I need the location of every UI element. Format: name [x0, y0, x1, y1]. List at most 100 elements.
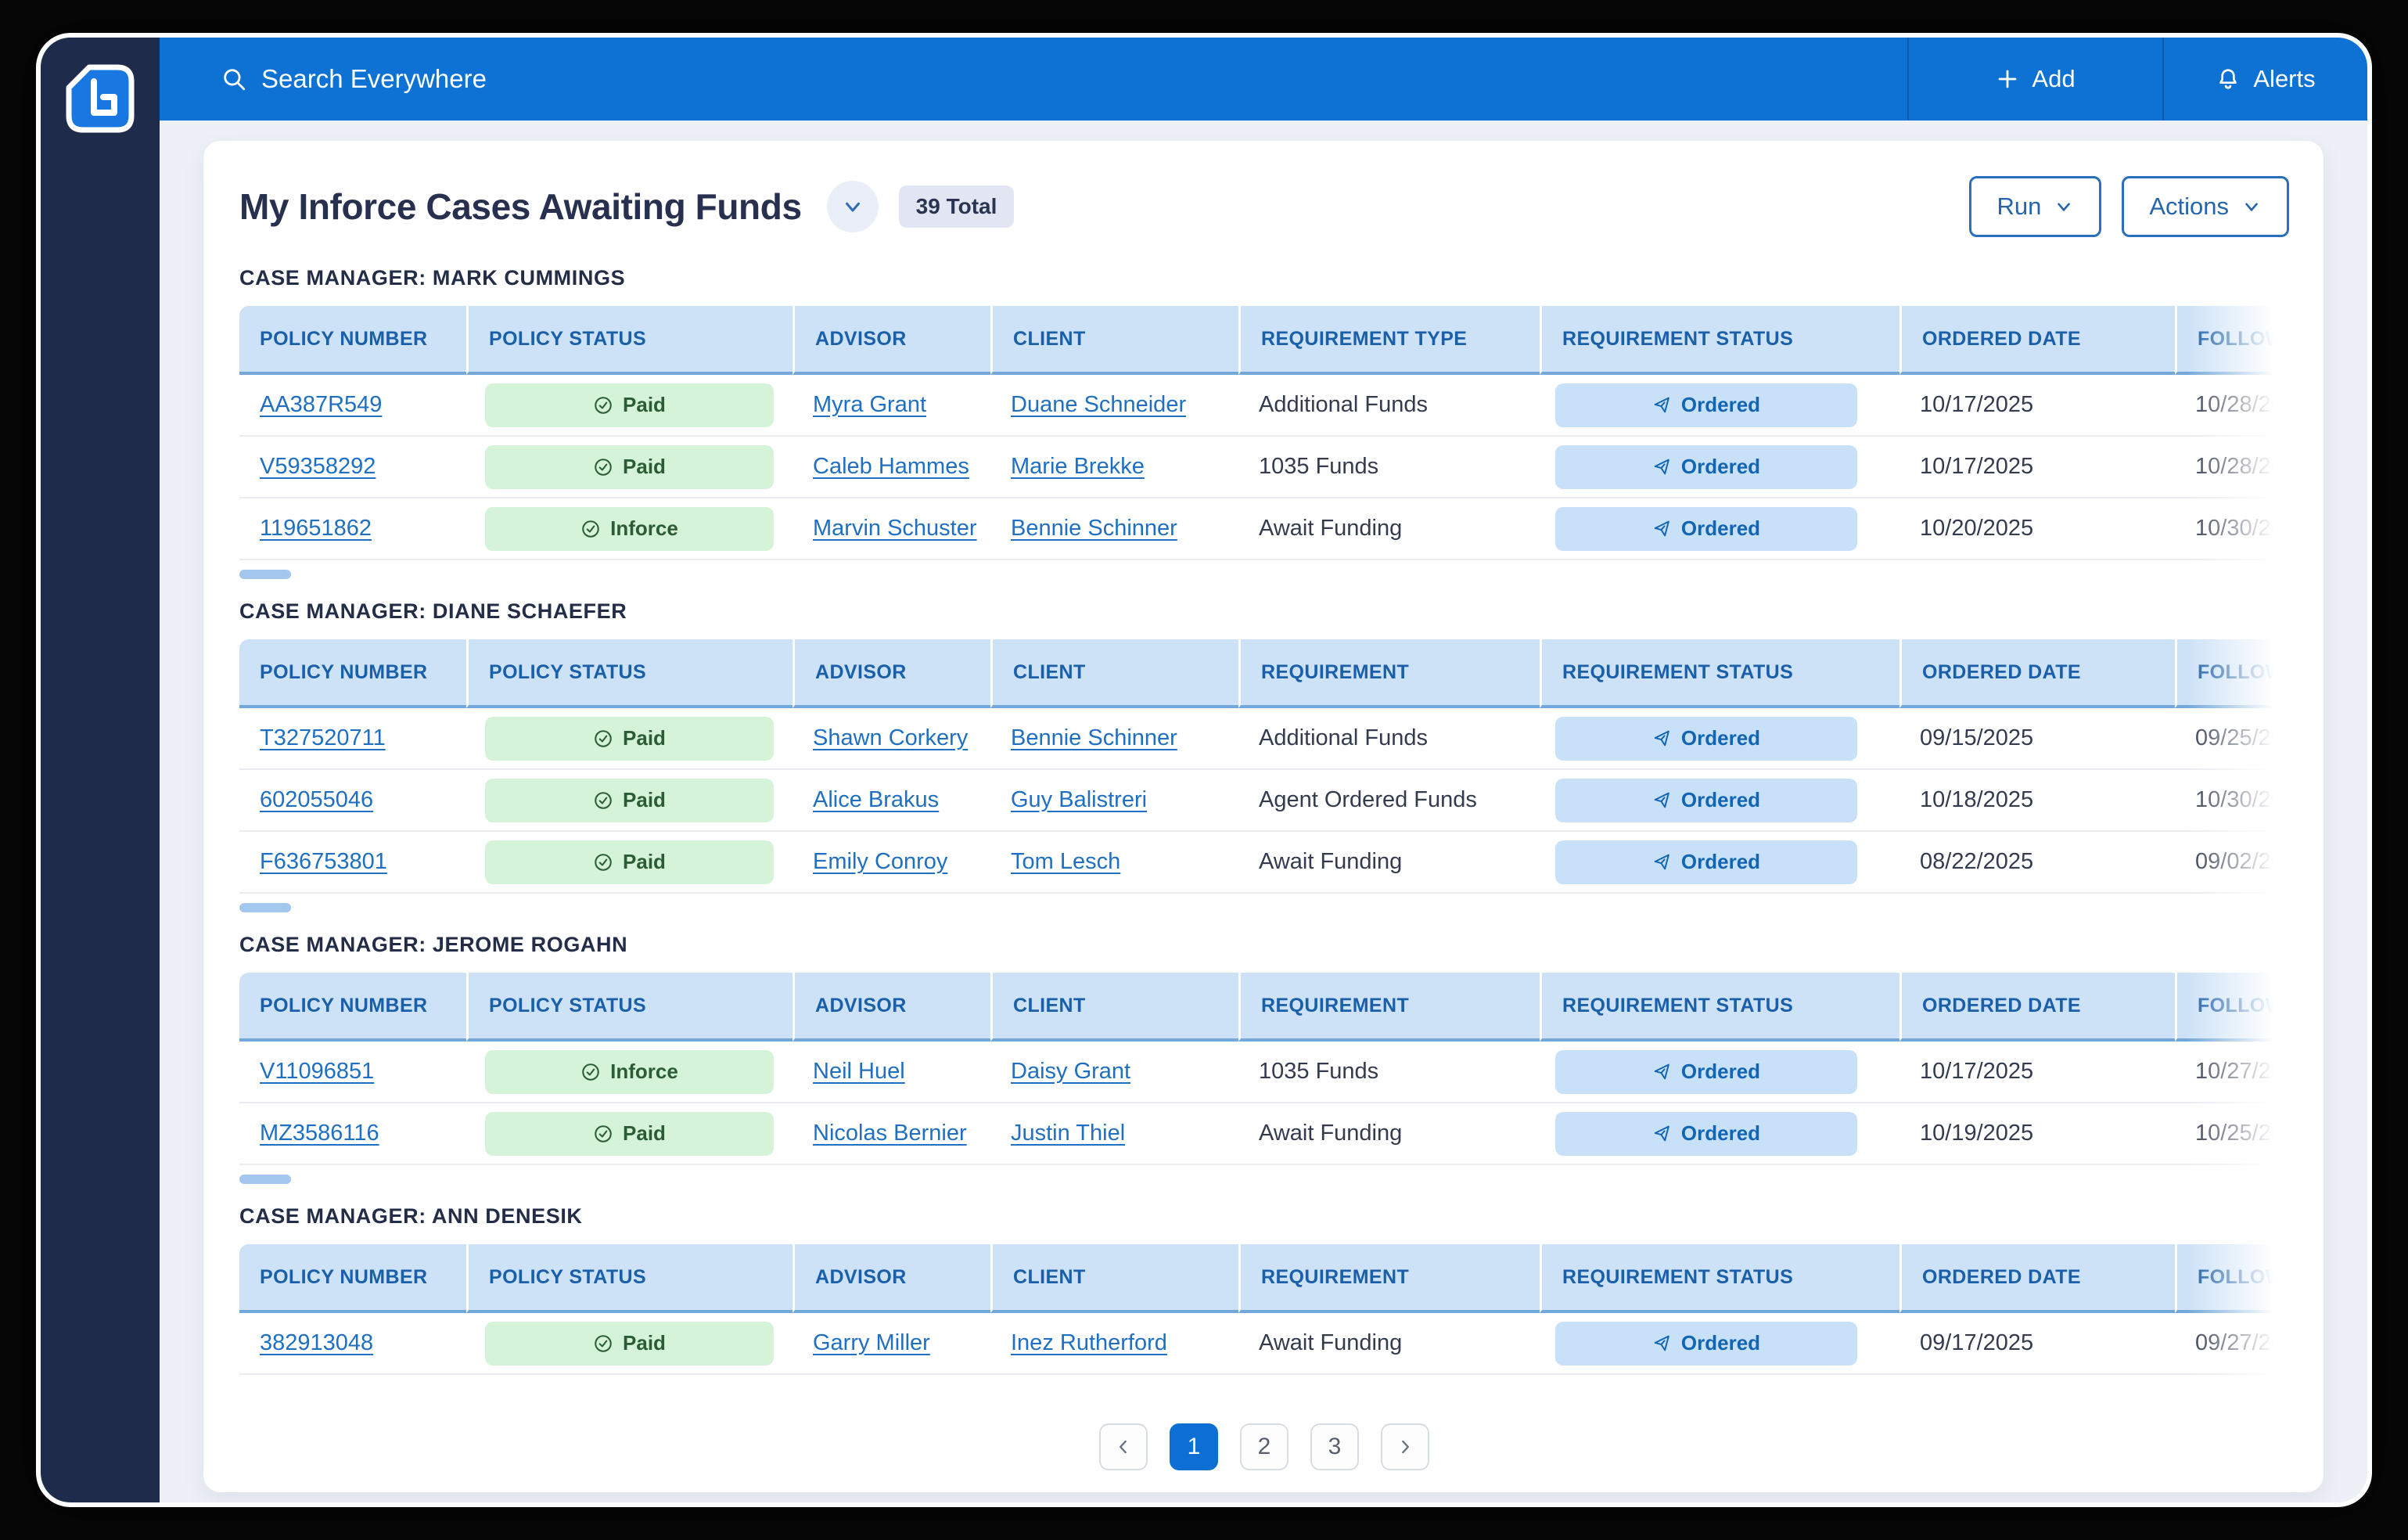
requirement-status-cell: Ordered — [1540, 437, 1899, 498]
policy-number-link[interactable]: F636753801 — [260, 849, 387, 874]
requirement-cell: Additional Funds — [1238, 708, 1540, 770]
policy-status-cell: Inforce — [466, 498, 792, 560]
advisor-link[interactable]: Emily Conroy — [813, 849, 947, 874]
requirement-status-badge: Ordered — [1555, 840, 1857, 884]
policy-number-link[interactable]: 382913048 — [260, 1330, 373, 1355]
policy-number-link[interactable]: T327520711 — [260, 725, 386, 750]
advisor-cell: Caleb Hammes — [792, 437, 990, 498]
requirement-status-cell: Ordered — [1540, 1313, 1899, 1375]
advisor-link[interactable]: Nicolas Bernier — [813, 1121, 967, 1146]
title-dropdown-button[interactable] — [827, 181, 879, 232]
column-header: REQUIREMENT — [1238, 639, 1540, 708]
requirement-status-cell: Ordered — [1540, 1042, 1899, 1103]
alerts-button[interactable]: Alerts — [2162, 38, 2367, 121]
section-label: CASE MANAGER: DIANE SCHAEFER — [239, 599, 2289, 624]
policy-number-link[interactable]: AA387R549 — [260, 392, 382, 417]
case-manager-section: CASE MANAGER: JEROME ROGAHNPOLICY NUMBER… — [239, 933, 2289, 1184]
pagination-page-button[interactable]: 3 — [1310, 1423, 1359, 1470]
client-cell: Bennie Schinner — [990, 498, 1238, 560]
horizontal-scrollbar-thumb[interactable] — [239, 903, 291, 912]
advisor-link[interactable]: Garry Miller — [813, 1330, 930, 1355]
client-link[interactable]: Daisy Grant — [1011, 1059, 1130, 1084]
requirement-status-badge: Ordered — [1555, 1050, 1857, 1094]
client-link[interactable]: Bennie Schinner — [1011, 725, 1177, 750]
page-title: My Inforce Cases Awaiting Funds — [239, 185, 802, 228]
ordered-date-cell: 09/17/2025 — [1899, 1313, 2175, 1375]
cases-table: POLICY NUMBERPOLICY STATUSADVISORCLIENTR… — [239, 639, 2289, 894]
pagination-page-button[interactable]: 1 — [1170, 1423, 1218, 1470]
column-header: ADVISOR — [792, 1244, 990, 1313]
policy-number-link[interactable]: 119651862 — [260, 516, 372, 541]
policy-status-cell: Paid — [466, 708, 792, 770]
requirement-status-label: Ordered — [1681, 1060, 1760, 1084]
brand-logo-icon — [63, 61, 138, 136]
client-link[interactable]: Justin Thiel — [1011, 1121, 1125, 1146]
table-row: 382913048 Paid Garry Miller Inez Rutherford… — [239, 1313, 2289, 1375]
client-cell: Tom Lesch — [990, 832, 1238, 894]
pagination-page-button[interactable]: 2 — [1240, 1423, 1288, 1470]
check-circle-icon — [593, 395, 613, 416]
actions-label: Actions — [2149, 192, 2229, 221]
policy-status-badge: Paid — [485, 1322, 774, 1365]
advisor-link[interactable]: Shawn Corkery — [813, 725, 968, 750]
app-logo[interactable] — [63, 61, 138, 136]
run-button[interactable]: Run — [1969, 176, 2101, 237]
column-header: ORDERED DATE — [1899, 1244, 2175, 1313]
policy-number-cell: T327520711 — [239, 708, 466, 770]
cases-table: POLICY NUMBERPOLICY STATUSADVISORCLIENTR… — [239, 973, 2289, 1165]
advisor-link[interactable]: Alice Brakus — [813, 787, 939, 812]
chevron-left-icon — [1113, 1437, 1134, 1457]
client-link[interactable]: Bennie Schinner — [1011, 516, 1177, 541]
policy-status-cell: Paid — [466, 1313, 792, 1375]
policy-status-label: Paid — [623, 726, 666, 750]
policy-number-link[interactable]: 602055046 — [260, 787, 373, 812]
topbar-actions: Add Alerts — [1907, 38, 2367, 121]
chevron-down-icon — [2241, 196, 2262, 217]
check-circle-icon — [593, 729, 613, 749]
cases-table: POLICY NUMBERPOLICY STATUSADVISORCLIENTR… — [239, 1244, 2289, 1375]
add-button[interactable]: Add — [1907, 38, 2162, 121]
send-icon — [1652, 457, 1672, 477]
column-header: REQUIREMENT STATUS — [1540, 306, 1899, 375]
policy-number-link[interactable]: V11096851 — [260, 1059, 374, 1084]
app-window: Search Everywhere Add Alerts — [36, 33, 2372, 1507]
requirement-status-cell: Ordered — [1540, 708, 1899, 770]
client-link[interactable]: Tom Lesch — [1011, 849, 1120, 874]
requirement-cell: Await Funding — [1238, 1313, 1540, 1375]
advisor-link[interactable]: Myra Grant — [813, 392, 926, 417]
policy-number-cell: 119651862 — [239, 498, 466, 560]
table-row: 119651862 Inforce Marvin Schuster Bennie Sc… — [239, 498, 2289, 560]
column-header: POLICY NUMBER — [239, 973, 466, 1042]
client-link[interactable]: Guy Balistreri — [1011, 787, 1147, 812]
horizontal-scrollbar-thumb[interactable] — [239, 570, 291, 579]
client-link[interactable]: Inez Rutherford — [1011, 1330, 1167, 1355]
horizontal-scrollbar-track — [239, 1384, 2289, 1394]
pagination-next-button[interactable] — [1381, 1423, 1429, 1470]
policy-status-cell: Inforce — [466, 1042, 792, 1103]
client-link[interactable]: Duane Schneider — [1011, 392, 1186, 417]
global-search[interactable]: Search Everywhere — [160, 64, 1907, 94]
case-manager-sections: CASE MANAGER: MARK CUMMINGSPOLICY NUMBER… — [239, 266, 2289, 1394]
send-icon — [1652, 1062, 1672, 1081]
advisor-cell: Nicolas Bernier — [792, 1103, 990, 1165]
table-row: AA387R549PaidMyra GrantDuane SchneiderAd… — [239, 375, 2289, 437]
policy-number-link[interactable]: V59358292 — [260, 454, 376, 479]
pagination-prev-button[interactable] — [1099, 1423, 1148, 1470]
report-card: My Inforce Cases Awaiting Funds 39 Total… — [203, 141, 2324, 1492]
advisor-link[interactable]: Marvin Schuster — [813, 516, 977, 541]
policy-number-link[interactable]: MZ3586116 — [260, 1121, 379, 1146]
table-row: F636753801PaidEmily ConroyTom LeschAwait… — [239, 832, 2289, 894]
requirement-cell: Additional Funds — [1238, 375, 1540, 437]
search-icon — [221, 66, 247, 92]
policy-number-cell: 602055046 — [239, 770, 466, 832]
horizontal-scrollbar-thumb[interactable] — [239, 1175, 291, 1184]
client-link[interactable]: Marie Brekke — [1011, 454, 1145, 479]
table-row: T327520711 Paid Shawn Corkery Bennie Schinn… — [239, 708, 2289, 770]
policy-number-cell: 382913048 — [239, 1313, 466, 1375]
horizontal-scrollbar-track — [239, 1175, 2289, 1184]
advisor-link[interactable]: Neil Huel — [813, 1059, 905, 1084]
actions-button[interactable]: Actions — [2122, 176, 2289, 237]
advisor-link[interactable]: Caleb Hammes — [813, 454, 969, 479]
policy-status-badge: Paid — [485, 840, 774, 884]
client-cell: Duane Schneider — [990, 375, 1238, 437]
